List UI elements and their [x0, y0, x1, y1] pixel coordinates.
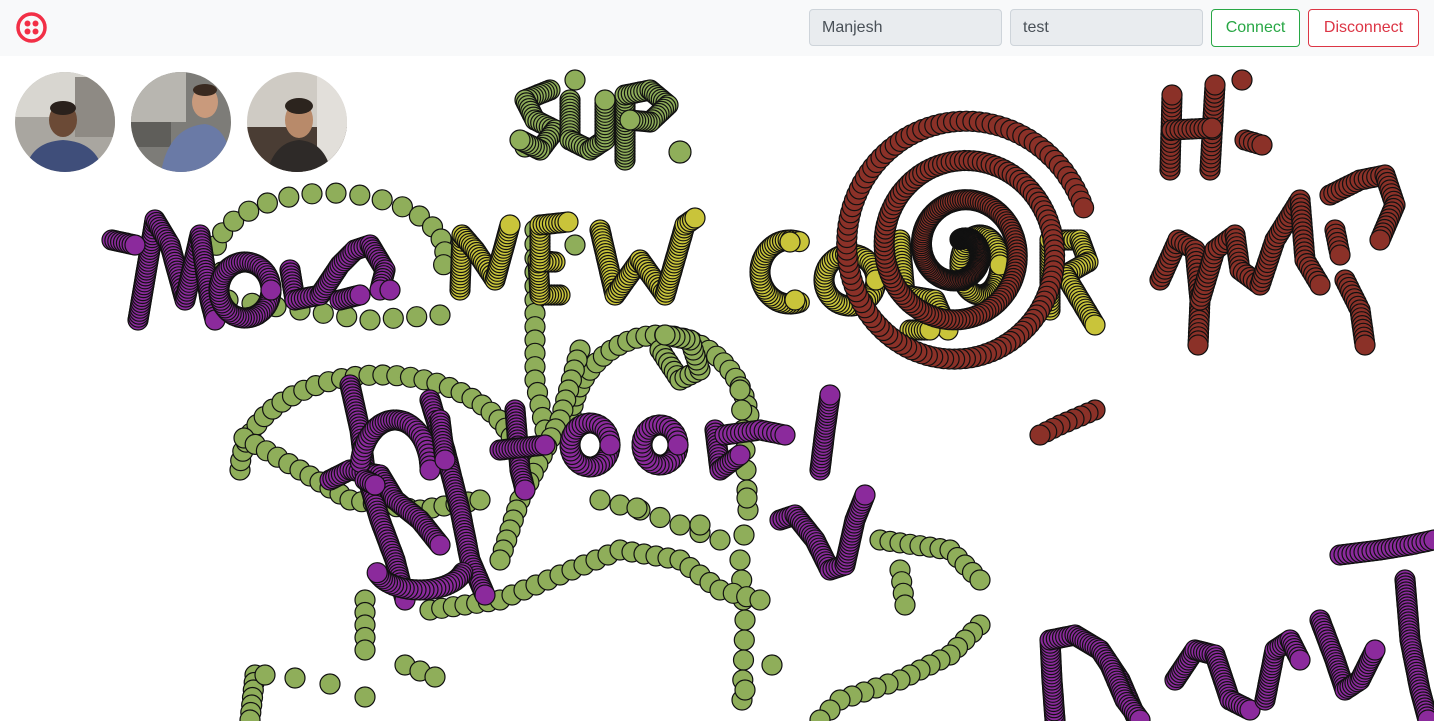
stroke-dot [1161, 84, 1183, 106]
disconnect-button[interactable]: Disconnect [1308, 9, 1419, 47]
stroke-dot [260, 279, 282, 301]
stroke-dot [668, 140, 692, 164]
stroke-dot [732, 649, 755, 671]
stroke-dot [761, 654, 783, 676]
stroke-dot [364, 474, 386, 496]
stroke-dot [1204, 74, 1226, 96]
stroke-dot [749, 589, 771, 611]
stroke-dot [429, 534, 451, 556]
stroke-dot [1029, 424, 1051, 446]
stroke-dot [1309, 274, 1331, 296]
stroke-dot [354, 686, 376, 708]
stroke-dot [349, 184, 371, 206]
stroke-dot [819, 384, 841, 406]
stroke-dot [1289, 649, 1311, 671]
stroke-dot [1251, 134, 1273, 156]
stroke-dot [784, 289, 806, 311]
stroke-dot [1231, 69, 1253, 91]
stroke-dot [278, 186, 300, 208]
stroke-dot [406, 306, 428, 328]
stroke-dot [564, 234, 586, 256]
stroke-dot [729, 379, 751, 401]
stroke-dot [733, 524, 755, 546]
stroke-dot [654, 324, 676, 346]
stroke-dot [854, 484, 876, 506]
stroke-dot [509, 129, 531, 151]
stroke-dot [379, 279, 401, 301]
stroke-dot [619, 109, 641, 131]
stroke-dot [626, 497, 648, 519]
stroke-dot [238, 200, 260, 222]
stroke-dot [649, 506, 671, 529]
stroke-dot [254, 664, 276, 686]
stroke-dot [371, 189, 393, 211]
stroke-dot [382, 307, 404, 329]
stroke-dot [1329, 244, 1351, 266]
stroke-dot [514, 479, 536, 501]
stroke-dot [1072, 197, 1095, 219]
participant-video-2 [131, 72, 231, 172]
stroke-dot [684, 207, 706, 229]
stroke-dot [434, 449, 456, 471]
connect-button[interactable]: Connect [1211, 9, 1300, 47]
stroke-dot [1187, 334, 1209, 356]
stroke-dot [499, 214, 521, 236]
stroke-dot [589, 489, 611, 511]
stroke-dot [774, 424, 796, 446]
stroke-dot [734, 679, 756, 701]
participant-video-3 [247, 72, 347, 172]
stroke-dot [779, 231, 801, 253]
stroke-dot [319, 673, 341, 695]
stroke-dot [734, 609, 756, 631]
twilio-logo-icon[interactable] [16, 12, 47, 43]
stroke-dot [325, 182, 347, 204]
stroke-dot [709, 529, 731, 551]
stroke-dot [349, 284, 371, 306]
stroke-dot [729, 444, 751, 466]
stroke-dot [894, 594, 916, 616]
stroke-dot [1084, 314, 1106, 336]
stroke-dot [284, 667, 306, 689]
top-navbar: Connect Disconnect [0, 0, 1434, 56]
stroke-dot [1201, 117, 1223, 139]
stroke-dot [489, 549, 511, 571]
stroke-dot [557, 211, 579, 233]
name-input[interactable] [809, 9, 1002, 46]
stroke-dot [354, 639, 376, 661]
stroke-dot [534, 434, 556, 456]
stroke-dot [1364, 639, 1386, 661]
stroke-dot [429, 304, 451, 326]
stroke-dot [731, 399, 753, 421]
stroke-dot [729, 549, 751, 571]
stroke-dot [736, 487, 758, 509]
stroke-dot [366, 562, 388, 584]
stroke-dot [689, 514, 711, 536]
room-input[interactable] [1010, 9, 1203, 46]
stroke-dot [301, 183, 323, 205]
stroke-dot [969, 569, 991, 591]
participant-video-1 [15, 72, 115, 172]
stroke-dot [564, 69, 586, 91]
stroke-dot [599, 434, 621, 456]
stroke-dot [424, 666, 446, 688]
stroke-dot [359, 309, 381, 331]
stroke-dot [1354, 334, 1376, 356]
stroke-dot [667, 434, 689, 456]
stroke-dot [733, 629, 755, 651]
stroke-dot [124, 234, 146, 256]
stroke-dot [594, 89, 616, 111]
stroke-dot [1369, 229, 1391, 251]
stroke-dot [469, 489, 491, 511]
stroke-dot [256, 192, 278, 214]
stroke-dot [669, 514, 691, 536]
stroke-dot [474, 584, 496, 606]
